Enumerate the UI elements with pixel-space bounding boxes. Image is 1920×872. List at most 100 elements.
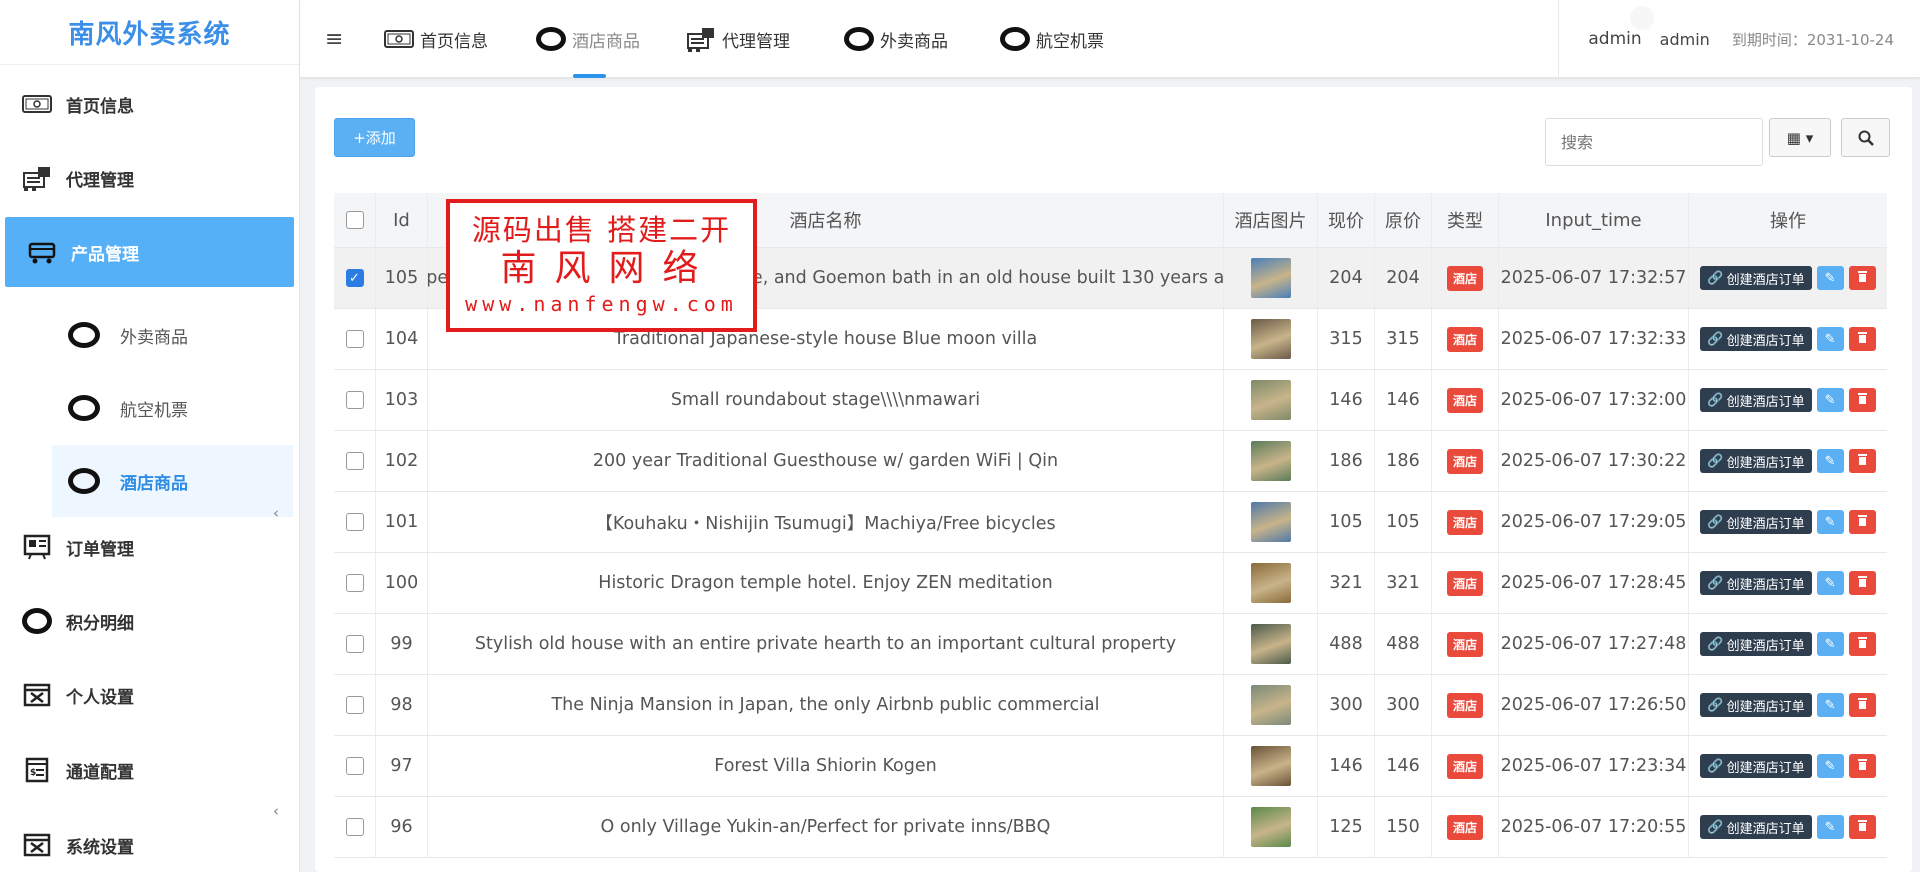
add-button[interactable]: +添加 bbox=[334, 118, 415, 157]
pencil-icon: ✎ bbox=[1824, 575, 1836, 591]
trash-icon bbox=[1857, 514, 1868, 530]
tab-flights[interactable]: 航空机票 bbox=[1000, 0, 1104, 78]
hotel-thumbnail[interactable] bbox=[1250, 380, 1291, 420]
delete-button[interactable] bbox=[1848, 510, 1876, 534]
menu-toggle-icon[interactable]: ≡ bbox=[325, 27, 343, 52]
create-order-button[interactable]: 🔗 创建酒店订单 bbox=[1700, 266, 1812, 290]
row-checkbox[interactable] bbox=[345, 391, 364, 409]
hotel-thumbnail[interactable] bbox=[1250, 319, 1291, 359]
cell-type: 酒店 bbox=[1432, 370, 1499, 430]
hotel-thumbnail[interactable] bbox=[1250, 502, 1291, 542]
hotel-thumbnail[interactable] bbox=[1250, 807, 1291, 847]
sidebar-item-channel[interactable]: $ 通道配置 bbox=[0, 735, 299, 805]
sidebar-item-points[interactable]: 积分明细 bbox=[0, 586, 299, 656]
table-row[interactable]: 97 Forest Villa Shiorin Kogen 146 146 酒店 2025… bbox=[334, 736, 1887, 797]
delete-button[interactable] bbox=[1848, 266, 1876, 290]
cell-price: 125 bbox=[1318, 797, 1375, 857]
row-checkbox[interactable] bbox=[345, 696, 364, 714]
edit-button[interactable]: ✎ bbox=[1816, 266, 1844, 290]
delete-button[interactable] bbox=[1848, 693, 1876, 717]
table-row[interactable]: 102 200 year Traditional Guesthouse w/ ga… bbox=[334, 431, 1887, 492]
create-order-button[interactable]: 🔗 创建酒店订单 bbox=[1700, 449, 1812, 473]
delete-button[interactable] bbox=[1848, 571, 1876, 595]
header-input-time[interactable]: Input_time bbox=[1499, 193, 1689, 247]
app-logo-title[interactable]: 南风外卖系统 bbox=[0, 0, 299, 65]
sidebar-item-system[interactable]: 系统设置 bbox=[0, 810, 299, 872]
sidebar-subitem-flights[interactable]: 航空机票 bbox=[52, 372, 293, 444]
edit-button[interactable]: ✎ bbox=[1816, 693, 1844, 717]
edit-button[interactable]: ✎ bbox=[1816, 754, 1844, 778]
table-row[interactable]: 99 Stylish old house with an entire priva… bbox=[334, 614, 1887, 675]
table-row[interactable]: 103 Small roundabout stage\\\\nmawari 146 1… bbox=[334, 370, 1887, 431]
create-order-button[interactable]: 🔗 创建酒店订单 bbox=[1700, 510, 1812, 534]
edit-button[interactable]: ✎ bbox=[1816, 510, 1844, 534]
create-order-button[interactable]: 🔗 创建酒店订单 bbox=[1700, 632, 1812, 656]
watermark-url: www.nanfengw.com bbox=[465, 292, 738, 316]
sidebar-item-profile[interactable]: 个人设置 bbox=[0, 660, 299, 730]
delete-button[interactable] bbox=[1848, 388, 1876, 412]
row-checkbox[interactable] bbox=[345, 818, 364, 836]
row-checkbox[interactable] bbox=[345, 757, 364, 775]
edit-button[interactable]: ✎ bbox=[1816, 449, 1844, 473]
sidebar-subitem-takeout[interactable]: 外卖商品 bbox=[52, 299, 293, 371]
delete-button[interactable] bbox=[1848, 754, 1876, 778]
sidebar-item-home[interactable]: 首页信息 bbox=[0, 69, 299, 139]
create-order-button[interactable]: 🔗 创建酒店订单 bbox=[1700, 815, 1812, 839]
row-checkbox[interactable] bbox=[345, 452, 364, 470]
create-order-button[interactable]: 🔗 创建酒店订单 bbox=[1700, 571, 1812, 595]
create-order-button[interactable]: 🔗 创建酒店订单 bbox=[1700, 693, 1812, 717]
hotel-thumbnail[interactable] bbox=[1250, 624, 1291, 664]
table-row[interactable]: 98 The Ninja Mansion in Japan, the only A… bbox=[334, 675, 1887, 736]
table-row[interactable]: 96 O only Village Yukin-an/Perfect for pr… bbox=[334, 797, 1887, 858]
row-checkbox[interactable] bbox=[345, 635, 364, 653]
hotel-thumbnail[interactable] bbox=[1250, 441, 1291, 481]
edit-button[interactable]: ✎ bbox=[1816, 571, 1844, 595]
row-checkbox[interactable] bbox=[345, 574, 364, 592]
hotel-thumbnail[interactable] bbox=[1250, 258, 1291, 298]
create-order-button[interactable]: 🔗 创建酒店订单 bbox=[1700, 388, 1812, 412]
edit-button[interactable]: ✎ bbox=[1816, 388, 1844, 412]
cell-id: 97 bbox=[376, 736, 428, 796]
search-button[interactable] bbox=[1841, 118, 1890, 157]
create-order-button[interactable]: 🔗 创建酒店订单 bbox=[1700, 327, 1812, 351]
delete-button[interactable] bbox=[1848, 632, 1876, 656]
sidebar-item-products[interactable]: 产品管理 bbox=[5, 217, 294, 287]
create-order-button[interactable]: 🔗 创建酒店订单 bbox=[1700, 754, 1812, 778]
hotel-thumbnail[interactable] bbox=[1250, 685, 1291, 725]
row-checkbox[interactable] bbox=[345, 513, 364, 531]
hotel-thumbnail[interactable] bbox=[1250, 563, 1291, 603]
grid-icon: ▦ ▾ bbox=[1786, 128, 1814, 147]
header-original-price[interactable]: 原价 bbox=[1375, 193, 1432, 247]
user-menu[interactable]: admin bbox=[1588, 29, 1641, 49]
cell-original-price: 488 bbox=[1375, 614, 1432, 674]
tab-home[interactable]: 首页信息 bbox=[384, 0, 488, 78]
tab-agent[interactable]: 代理管理 bbox=[686, 0, 790, 78]
edit-button[interactable]: ✎ bbox=[1816, 327, 1844, 351]
delete-button[interactable] bbox=[1848, 449, 1876, 473]
cell-operations: 🔗 创建酒店订单 ✎ bbox=[1689, 675, 1887, 735]
cell-hotel-name: Stylish old house with an entire private… bbox=[428, 614, 1224, 674]
sidebar-subitem-hotel[interactable]: 酒店商品 bbox=[52, 445, 293, 517]
hotel-thumbnail[interactable] bbox=[1250, 746, 1291, 786]
sidebar-item-orders[interactable]: 订单管理 bbox=[0, 512, 299, 582]
edit-button[interactable]: ✎ bbox=[1816, 815, 1844, 839]
table-row[interactable]: 100 Historic Dragon temple hotel. Enjoy Z… bbox=[334, 553, 1887, 614]
trash-icon bbox=[1857, 697, 1868, 713]
columns-toggle-button[interactable]: ▦ ▾ bbox=[1769, 118, 1831, 157]
sidebar-item-label: 积分明细 bbox=[66, 613, 134, 634]
header-price[interactable]: 现价 bbox=[1318, 193, 1375, 247]
row-checkbox[interactable]: ✓ bbox=[345, 269, 364, 287]
dashboard-card-icon bbox=[384, 29, 414, 49]
edit-button[interactable]: ✎ bbox=[1816, 632, 1844, 656]
select-all-checkbox[interactable] bbox=[345, 211, 364, 229]
sidebar-item-agent[interactable]: 代理管理 bbox=[0, 143, 299, 213]
link-icon: 🔗 bbox=[1707, 697, 1724, 713]
delete-button[interactable] bbox=[1848, 815, 1876, 839]
header-id[interactable]: Id bbox=[376, 193, 428, 247]
tab-hotel-products[interactable]: 酒店商品 bbox=[536, 0, 640, 78]
tab-takeout[interactable]: 外卖商品 bbox=[844, 0, 948, 78]
search-input[interactable] bbox=[1545, 118, 1763, 166]
delete-button[interactable] bbox=[1848, 327, 1876, 351]
table-row[interactable]: 101 【Kouhaku・Nishijin Tsumugi】Machiya/Fre… bbox=[334, 492, 1887, 553]
row-checkbox[interactable] bbox=[345, 330, 364, 348]
